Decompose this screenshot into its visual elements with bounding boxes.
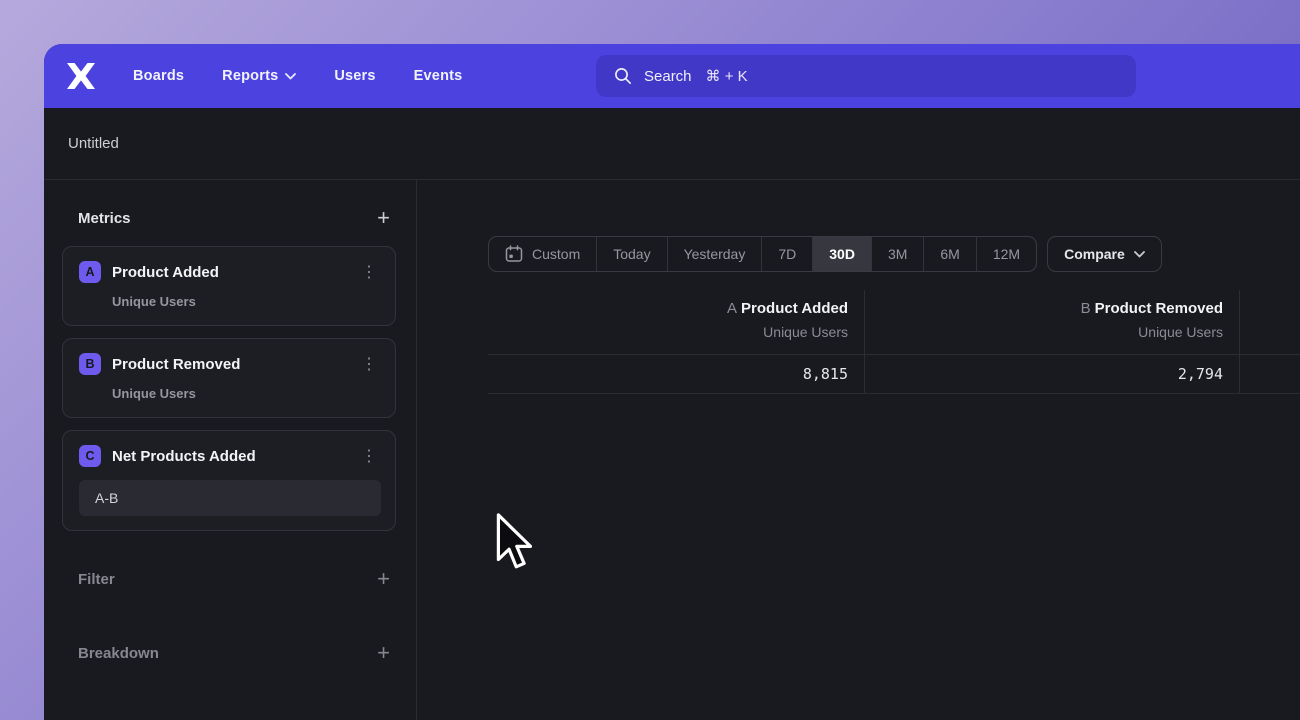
- search-icon: [614, 67, 632, 85]
- nav-item-label: Users: [334, 68, 375, 84]
- range-30d-button[interactable]: 30D: [813, 237, 872, 271]
- column-subtitle: Unique Users: [504, 324, 848, 340]
- range-6m-button[interactable]: 6M: [924, 237, 976, 271]
- top-nav: Boards Reports Users Events Search ⌘ + K: [44, 44, 1300, 108]
- metric-badge: C: [79, 445, 101, 467]
- nav-menu: Boards Reports Users Events: [133, 44, 462, 108]
- add-filter-button[interactable]: +: [373, 569, 394, 589]
- range-label: 30D: [829, 246, 855, 262]
- filter-section-header: Filter +: [62, 569, 396, 589]
- range-label: 6M: [940, 246, 959, 262]
- add-breakdown-button[interactable]: +: [373, 643, 394, 663]
- metric-measurement[interactable]: Unique Users: [112, 386, 381, 401]
- metrics-section-header: Metrics +: [62, 208, 394, 228]
- filter-label: Filter: [78, 571, 115, 588]
- metric-title: Net Products Added: [112, 448, 346, 465]
- column-title: AProduct Added: [504, 300, 848, 317]
- metric-card-header: C Net Products Added ⋮: [79, 445, 381, 467]
- report-title-bar: Untitled: [44, 108, 1300, 180]
- calendar-icon: [505, 245, 523, 263]
- nav-item-label: Boards: [133, 68, 184, 84]
- metric-card-b[interactable]: B Product Removed ⋮ Unique Users: [62, 338, 396, 418]
- date-toolbar: Custom Today Yesterday 7D 30D 3M 6M 12M …: [488, 236, 1162, 272]
- chevron-down-icon: [285, 73, 296, 80]
- results-panel: Custom Today Yesterday 7D 30D 3M 6M 12M …: [417, 180, 1300, 720]
- column-header-b: BProduct Removed Unique Users: [865, 290, 1240, 354]
- column-title-text: Product Added: [741, 300, 848, 317]
- metric-card-header: B Product Removed ⋮: [79, 353, 381, 375]
- nav-item-label: Reports: [222, 68, 278, 84]
- column-title-text: Product Removed: [1095, 300, 1223, 317]
- metric-card-a[interactable]: A Product Added ⋮ Unique Users: [62, 246, 396, 326]
- kebab-menu-icon[interactable]: ⋮: [357, 262, 381, 282]
- range-label: 7D: [778, 246, 796, 262]
- date-range-selector: Custom Today Yesterday 7D 30D 3M 6M 12M: [488, 236, 1037, 272]
- metric-measurement[interactable]: Unique Users: [112, 294, 381, 309]
- value-cell-spacer: [1240, 354, 1300, 394]
- value-cell-b: 2,794: [865, 354, 1240, 394]
- nav-item-events[interactable]: Events: [414, 68, 463, 84]
- compare-label: Compare: [1064, 246, 1125, 262]
- column-title: BProduct Removed: [881, 300, 1223, 317]
- compare-button[interactable]: Compare: [1047, 236, 1162, 272]
- metrics-label: Metrics: [78, 210, 131, 227]
- chevron-down-icon: [1134, 251, 1145, 258]
- value-cell-a: 8,815: [488, 354, 865, 394]
- range-label: Custom: [532, 246, 580, 262]
- report-title[interactable]: Untitled: [68, 135, 119, 152]
- range-yesterday-button[interactable]: Yesterday: [668, 237, 763, 271]
- nav-item-label: Events: [414, 68, 463, 84]
- metric-card-header: A Product Added ⋮: [79, 261, 381, 283]
- nav-item-boards[interactable]: Boards: [133, 68, 184, 84]
- results-table: AProduct Added Unique Users BProduct Rem…: [488, 290, 1300, 394]
- app-body: Metrics + A Product Added ⋮ Unique Users…: [44, 180, 1300, 720]
- mixpanel-logo-icon[interactable]: [66, 63, 96, 89]
- column-header-a: AProduct Added Unique Users: [488, 290, 865, 354]
- formula-input[interactable]: A-B: [79, 480, 381, 516]
- breakdown-label: Breakdown: [78, 645, 159, 662]
- search-input[interactable]: Search ⌘ + K: [596, 55, 1136, 97]
- range-label: Today: [613, 246, 650, 262]
- column-badge: A: [727, 300, 737, 317]
- range-label: 12M: [993, 246, 1020, 262]
- screen: { "nav": { "items": [ { "label": "Boards…: [0, 0, 1300, 720]
- range-3m-button[interactable]: 3M: [872, 237, 924, 271]
- add-metric-button[interactable]: +: [373, 208, 394, 228]
- range-7d-button[interactable]: 7D: [762, 237, 813, 271]
- search-shortcut: ⌘ + K: [706, 67, 748, 85]
- range-label: 3M: [888, 246, 907, 262]
- app-window: Boards Reports Users Events Search ⌘ + K…: [44, 44, 1300, 720]
- metric-title: Product Added: [112, 264, 346, 281]
- metric-badge: A: [79, 261, 101, 283]
- column-header-spacer: [1240, 290, 1300, 354]
- nav-item-reports[interactable]: Reports: [222, 68, 296, 84]
- range-label: Yesterday: [684, 246, 746, 262]
- column-badge: B: [1081, 300, 1091, 317]
- query-sidebar: Metrics + A Product Added ⋮ Unique Users…: [44, 180, 417, 720]
- nav-item-users[interactable]: Users: [334, 68, 375, 84]
- kebab-menu-icon[interactable]: ⋮: [357, 446, 381, 466]
- range-today-button[interactable]: Today: [597, 237, 667, 271]
- search-placeholder: Search: [644, 68, 692, 85]
- metric-badge: B: [79, 353, 101, 375]
- metric-card-c[interactable]: C Net Products Added ⋮ A-B: [62, 430, 396, 531]
- column-subtitle: Unique Users: [881, 324, 1223, 340]
- metric-title: Product Removed: [112, 356, 346, 373]
- range-12m-button[interactable]: 12M: [977, 237, 1036, 271]
- breakdown-section-header: Breakdown +: [62, 643, 396, 663]
- kebab-menu-icon[interactable]: ⋮: [357, 354, 381, 374]
- range-custom-button[interactable]: Custom: [489, 237, 597, 271]
